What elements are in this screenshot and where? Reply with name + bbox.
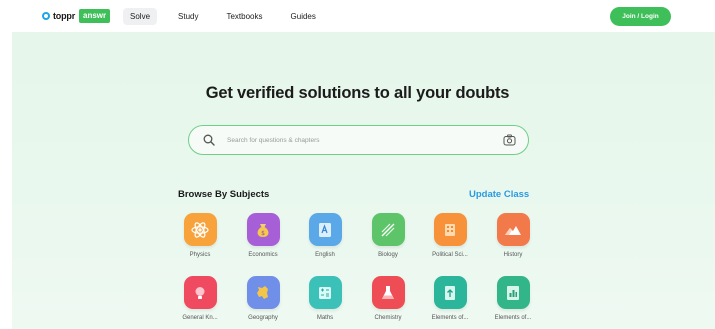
subject-tile — [371, 276, 405, 309]
atom-icon — [191, 221, 209, 238]
subject-label: Biology — [378, 252, 398, 258]
nav-textbooks[interactable]: Textbooks — [219, 8, 269, 25]
subject-tile — [371, 213, 405, 246]
subject-tile — [183, 213, 217, 246]
subject-label: Geography — [248, 315, 278, 321]
bulb-icon — [195, 286, 205, 299]
map-icon — [257, 285, 268, 299]
subject-tile — [308, 213, 342, 246]
subject-elements-1[interactable]: Elements of... — [425, 276, 475, 321]
money-bag-icon: $ — [257, 223, 269, 237]
update-class-link[interactable]: Update Class — [469, 189, 529, 200]
subject-tile — [246, 276, 280, 309]
subject-label: Chemistry — [374, 315, 402, 321]
search-input[interactable] — [227, 133, 487, 147]
subject-label: Political Sci... — [432, 252, 468, 258]
page-title: Get verified solutions to all your doubt… — [205, 84, 510, 102]
subject-general-knowledge[interactable]: General Kn... — [175, 276, 225, 321]
subject-chemistry[interactable]: Chemistry — [363, 276, 413, 321]
subject-elements-2[interactable]: Elements of... — [488, 276, 538, 321]
camera-icon[interactable] — [503, 134, 516, 146]
subject-geography[interactable]: Geography — [238, 276, 288, 321]
subject-tile — [183, 276, 217, 309]
mountain-icon — [505, 225, 521, 235]
toppr-logo[interactable]: toppr answr — [42, 9, 111, 23]
subject-label: Physics — [189, 252, 211, 258]
logo-text: toppr — [53, 11, 75, 21]
book-letter-icon — [319, 222, 331, 237]
subject-label: Elements of... — [494, 315, 532, 321]
subject-label: General Kn... — [182, 315, 218, 321]
subject-history[interactable]: History — [488, 213, 538, 258]
search-bar[interactable] — [188, 125, 529, 155]
logo-badge: answr — [79, 9, 111, 23]
subject-physics[interactable]: Physics — [175, 213, 225, 258]
subject-political-science[interactable]: Political Sci... — [425, 213, 475, 258]
flask-icon — [382, 285, 394, 299]
join-login-button[interactable]: Join / Login — [610, 7, 671, 26]
subject-label: English — [315, 252, 335, 258]
subject-tile — [308, 276, 342, 309]
nav-guides[interactable]: Guides — [284, 8, 323, 25]
subject-tile — [496, 276, 530, 309]
nav-solve[interactable]: Solve — [123, 8, 158, 25]
subject-economics[interactable]: $ Economics — [238, 213, 288, 258]
chart-book-icon — [507, 285, 519, 300]
subject-tile — [496, 213, 530, 246]
subject-tile — [433, 276, 467, 309]
subject-label: History — [503, 252, 523, 258]
subject-english[interactable]: English — [300, 213, 350, 258]
subject-label: Maths — [316, 315, 334, 321]
toppr-logo-icon — [42, 12, 50, 20]
dna-icon — [381, 223, 395, 236]
subject-tile: $ — [246, 213, 280, 246]
calculator-icon — [319, 286, 331, 299]
subject-tile — [433, 213, 467, 246]
main-nav: Solve Study Textbooks Guides — [123, 8, 337, 25]
building-icon — [445, 223, 455, 236]
nav-study[interactable]: Study — [171, 8, 205, 25]
subject-label: Economics — [248, 252, 278, 258]
upload-book-icon — [445, 285, 455, 300]
subject-maths[interactable]: Maths — [300, 276, 350, 321]
subject-label: Elements of... — [431, 315, 469, 321]
svg-text:$: $ — [261, 230, 265, 237]
subject-biology[interactable]: Biology — [363, 213, 413, 258]
top-header: toppr answr Solve Study Textbooks Guides… — [0, 0, 715, 32]
search-icon — [203, 134, 215, 146]
browse-subjects-title: Browse By Subjects — [178, 189, 270, 200]
